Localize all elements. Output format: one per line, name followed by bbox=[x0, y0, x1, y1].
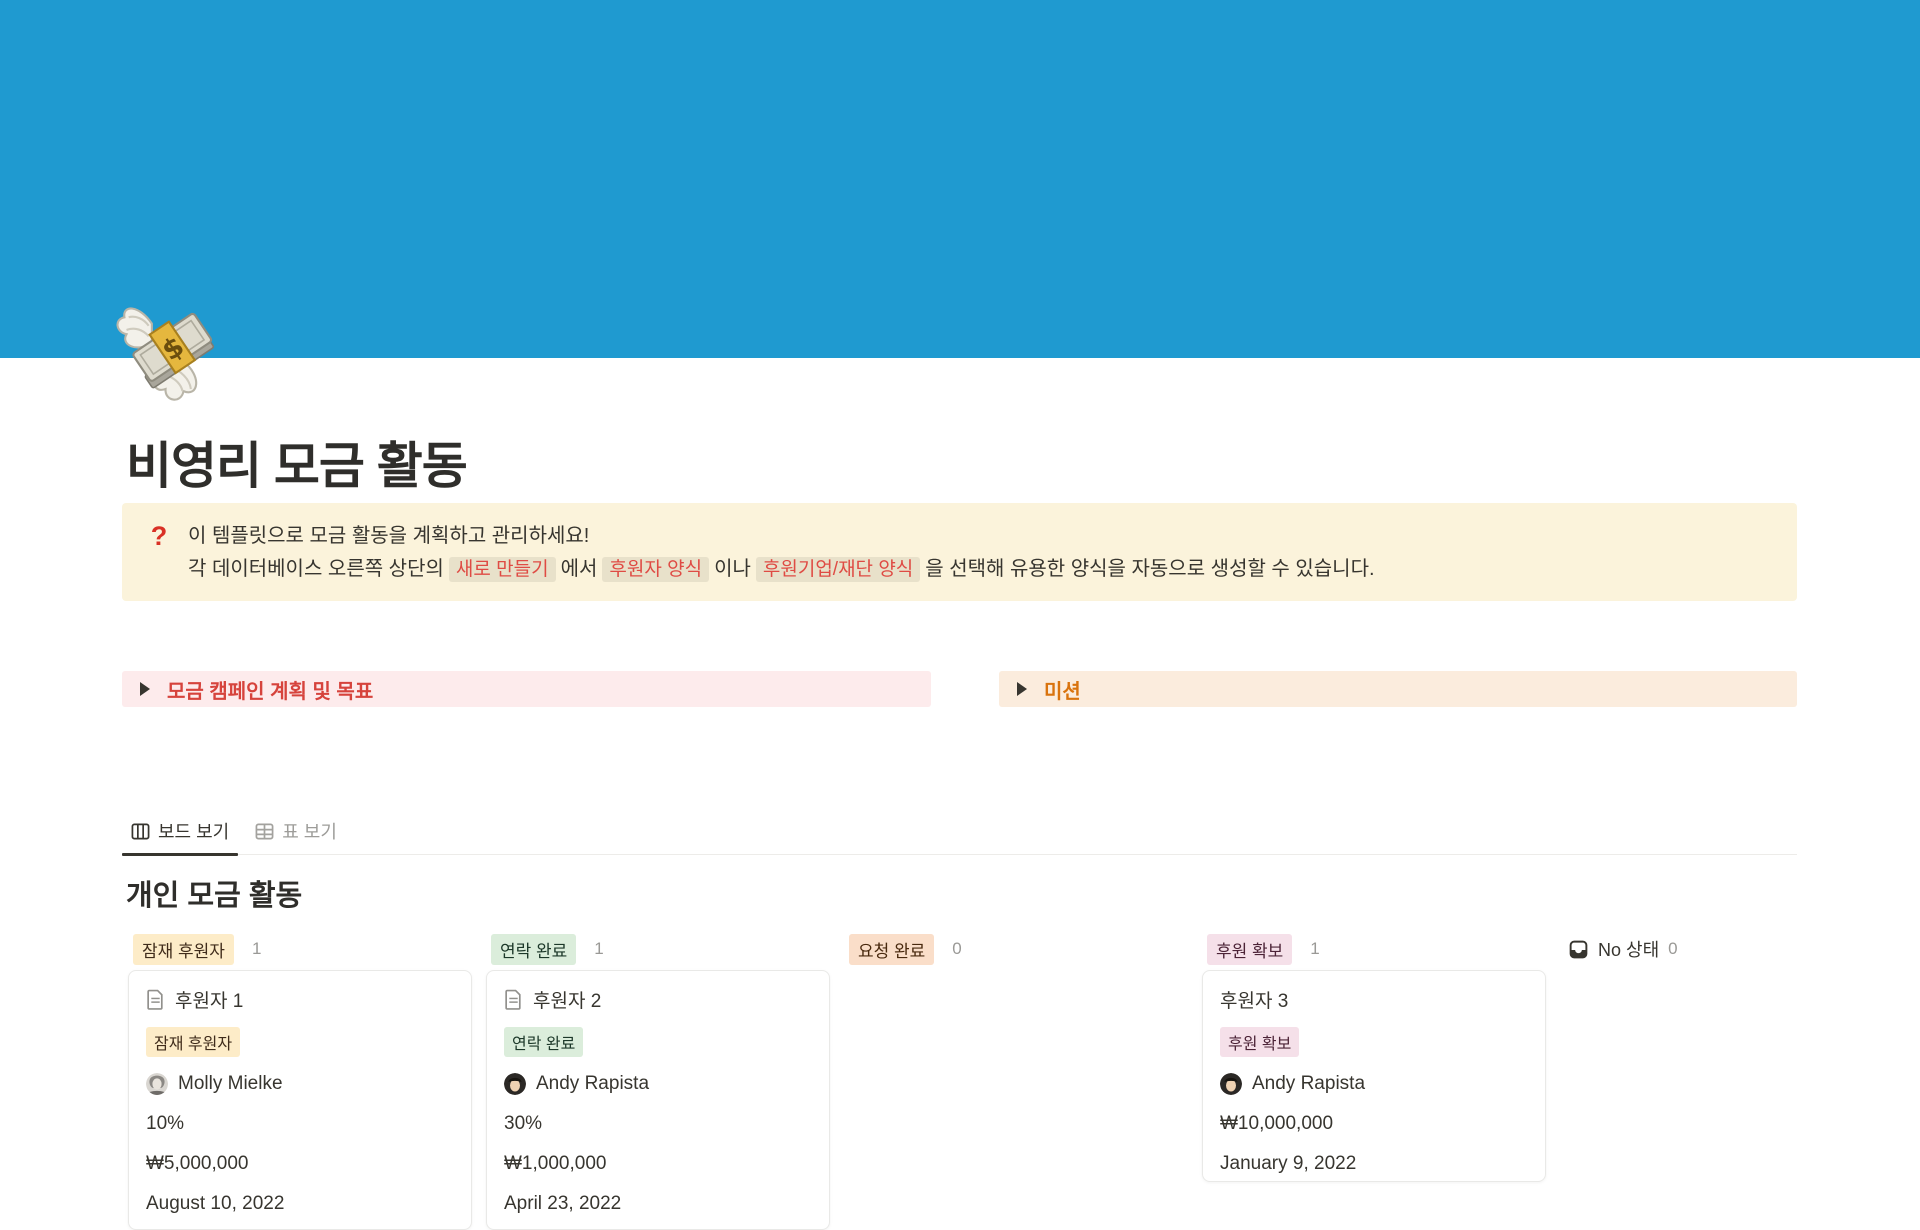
card-amount-row: ₩1,000,000 bbox=[504, 1151, 812, 1177]
column-status-badge[interactable]: 잠재 후원자 bbox=[133, 934, 234, 965]
tab-label[interactable]: 보드 보기 bbox=[158, 818, 229, 844]
card-person-row: Molly Mielke bbox=[146, 1071, 454, 1097]
donor-form-code-chip: 후원자 양식 bbox=[602, 557, 709, 582]
column-header: 후원 확보 1 bbox=[1202, 934, 1546, 964]
percent-value: 10% bbox=[146, 1113, 184, 1135]
page-title: 비영리 모금 활동 bbox=[126, 426, 1326, 498]
column-count: 1 bbox=[594, 939, 603, 959]
toggle-triangle-icon[interactable] bbox=[140, 682, 150, 696]
card-status-row: 잠재 후원자 bbox=[146, 1027, 454, 1057]
amount-value: ₩1,000,000 bbox=[504, 1153, 606, 1175]
question-mark-icon: ? bbox=[146, 520, 172, 552]
date-value: April 23, 2022 bbox=[504, 1193, 621, 1215]
card-date-row: August 10, 2022 bbox=[146, 1191, 454, 1217]
person-name: Andy Rapista bbox=[536, 1073, 649, 1095]
callout-text: 이 템플릿으로 모금 활동을 계획하고 관리하세요! 각 데이터베이스 오른쪽 … bbox=[188, 520, 1375, 586]
table-view-icon bbox=[255, 822, 274, 841]
card-status-badge: 후원 확보 bbox=[1220, 1027, 1299, 1057]
column-header: 잠재 후원자 1 bbox=[128, 934, 472, 964]
card-title-row: 후원자 2 bbox=[504, 986, 812, 1013]
card-title[interactable]: 후원자 3 bbox=[1220, 986, 1288, 1013]
andy-avatar-image bbox=[1220, 1073, 1242, 1095]
andy-avatar-image bbox=[504, 1073, 526, 1095]
toggle-label[interactable]: 미션 bbox=[1044, 675, 1081, 704]
callout-line-1: 이 템플릿으로 모금 활동을 계획하고 관리하세요! bbox=[188, 520, 1375, 553]
toggle-mission[interactable]: 미션 bbox=[999, 671, 1797, 707]
board-column-requested: 요청 완료 0 bbox=[844, 934, 1188, 1230]
new-button-code-chip: 새로 만들기 bbox=[449, 557, 556, 582]
card-person-row: Andy Rapista bbox=[504, 1071, 812, 1097]
callout: ? 이 템플릿으로 모금 활동을 계획하고 관리하세요! 각 데이터베이스 오른… bbox=[122, 503, 1797, 601]
corp-form-code-chip: 후원기업/재단 양식 bbox=[756, 557, 920, 582]
card-percent-row: 10% bbox=[146, 1111, 454, 1137]
column-status-badge[interactable]: 연락 완료 bbox=[491, 934, 576, 965]
tab-label[interactable]: 표 보기 bbox=[282, 818, 337, 844]
callout-line2-text: 에서 bbox=[561, 558, 598, 580]
board-column-contacted: 연락 완료 1 후원자 2 연락 완료 bbox=[486, 934, 830, 1230]
card-status-badge: 잠재 후원자 bbox=[146, 1027, 240, 1057]
board-column-secured: 후원 확보 1 후원자 3 후원 확보 Andy Rapista bbox=[1202, 934, 1546, 1230]
board-column-no-status: No 상태 0 bbox=[1560, 934, 1904, 1230]
board-section-title: 개인 모금 활동 bbox=[126, 872, 302, 914]
person-name: Andy Rapista bbox=[1252, 1073, 1365, 1095]
card-status-badge: 연락 완료 bbox=[504, 1027, 583, 1057]
amount-value: ₩10,000,000 bbox=[1220, 1113, 1333, 1135]
column-count: 0 bbox=[952, 939, 961, 959]
kanban-board: 잠재 후원자 1 후원자 1 잠재 후원자 bbox=[128, 934, 1904, 1230]
page-icon bbox=[146, 989, 165, 1010]
callout-line2-text: 각 데이터베이스 오른쪽 상단의 bbox=[188, 558, 444, 580]
column-header: 요청 완료 0 bbox=[844, 934, 1188, 964]
board-view-icon bbox=[131, 822, 150, 841]
card-title[interactable]: 후원자 2 bbox=[533, 986, 601, 1013]
tab-table-view[interactable]: 표 보기 bbox=[246, 812, 346, 854]
callout-line2-text: 을 선택해 유용한 양식을 자동으로 생성할 수 있습니다. bbox=[925, 558, 1374, 580]
toggle-campaign-plan[interactable]: 모금 캠페인 계획 및 목표 bbox=[122, 671, 931, 707]
avatar bbox=[504, 1073, 526, 1095]
money-with-wings-emoji[interactable]: $ bbox=[116, 292, 232, 408]
card-amount-row: ₩5,000,000 bbox=[146, 1151, 454, 1177]
toggle-label[interactable]: 모금 캠페인 계획 및 목표 bbox=[167, 675, 373, 704]
card-title-row: 후원자 3 bbox=[1220, 986, 1528, 1013]
column-status-badge[interactable]: 후원 확보 bbox=[1207, 934, 1292, 965]
view-tab-bar: 보드 보기 표 보기 bbox=[122, 818, 1797, 855]
column-status-label[interactable]: No 상태 bbox=[1598, 936, 1659, 962]
card-donor-3[interactable]: 후원자 3 후원 확보 Andy Rapista ₩10,000,000 bbox=[1202, 970, 1546, 1182]
money-with-wings-icon: $ bbox=[116, 292, 232, 408]
tab-board-view[interactable]: 보드 보기 bbox=[122, 812, 238, 854]
column-header: 연락 완료 1 bbox=[486, 934, 830, 964]
column-header: No 상태 0 bbox=[1560, 934, 1904, 964]
toggle-triangle-icon[interactable] bbox=[1017, 682, 1027, 696]
column-count: 0 bbox=[1668, 939, 1677, 959]
page-cover[interactable] bbox=[0, 0, 1920, 358]
card-person-row: Andy Rapista bbox=[1220, 1071, 1528, 1097]
percent-value: 30% bbox=[504, 1113, 542, 1135]
card-amount-row: ₩10,000,000 bbox=[1220, 1111, 1528, 1137]
page-icon bbox=[504, 989, 523, 1010]
callout-line2-text: 이나 bbox=[714, 558, 751, 580]
date-value: August 10, 2022 bbox=[146, 1193, 284, 1215]
card-status-row: 연락 완료 bbox=[504, 1027, 812, 1057]
card-date-row: April 23, 2022 bbox=[504, 1191, 812, 1217]
callout-line-2: 각 데이터베이스 오른쪽 상단의새로 만들기에서후원자 양식이나후원기업/재단 … bbox=[188, 553, 1375, 586]
date-value: January 9, 2022 bbox=[1220, 1153, 1356, 1175]
amount-value: ₩5,000,000 bbox=[146, 1153, 248, 1175]
board-column-potential: 잠재 후원자 1 후원자 1 잠재 후원자 bbox=[128, 934, 472, 1230]
no-status-icon bbox=[1568, 939, 1589, 960]
molly-avatar-image bbox=[146, 1073, 168, 1095]
card-percent-row: 30% bbox=[504, 1111, 812, 1137]
card-title-row: 후원자 1 bbox=[146, 986, 454, 1013]
column-count: 1 bbox=[252, 939, 261, 959]
column-status-badge[interactable]: 요청 완료 bbox=[849, 934, 934, 965]
card-status-row: 후원 확보 bbox=[1220, 1027, 1528, 1057]
avatar bbox=[1220, 1073, 1242, 1095]
column-count: 1 bbox=[1310, 939, 1319, 959]
card-donor-1[interactable]: 후원자 1 잠재 후원자 Molly Mielke 10% bbox=[128, 970, 472, 1230]
card-title[interactable]: 후원자 1 bbox=[175, 986, 243, 1013]
card-donor-2[interactable]: 후원자 2 연락 완료 Andy Rapista 30% ₩1,0 bbox=[486, 970, 830, 1230]
avatar bbox=[146, 1073, 168, 1095]
card-date-row: January 9, 2022 bbox=[1220, 1151, 1528, 1177]
person-name: Molly Mielke bbox=[178, 1073, 283, 1095]
